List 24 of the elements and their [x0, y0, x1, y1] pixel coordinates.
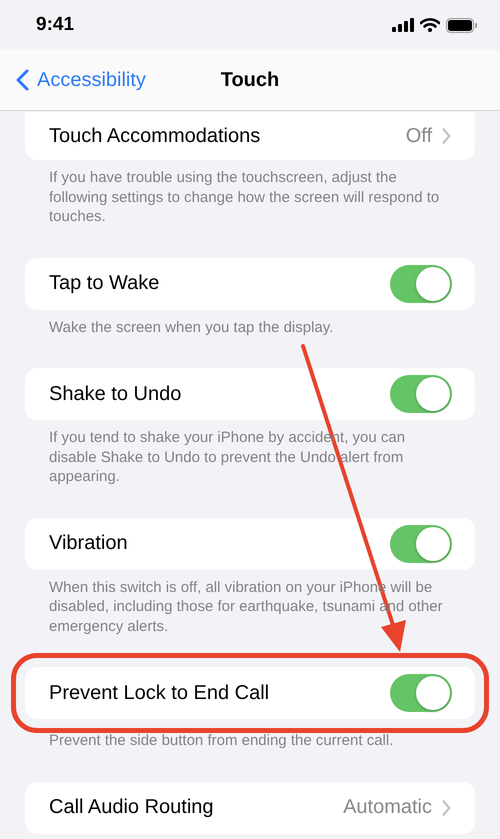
setting-value: Off: [406, 124, 432, 148]
setting-row[interactable]: Call Audio Routing Automatic: [25, 782, 475, 834]
setting-value: Automatic: [343, 796, 432, 819]
setting-description: Prevent the side button from ending the current call.: [48, 731, 394, 750]
chevron-left-icon: [16, 69, 29, 91]
setting-description: If you have trouble using the touchscreen, adjust the following settings to change how the screen will respond to touches.: [48, 168, 440, 226]
toggle-switch[interactable]: [390, 375, 452, 413]
status-time: 9:41: [36, 14, 74, 36]
toggle-switch[interactable]: [390, 264, 452, 302]
signal-icon: [392, 18, 414, 32]
setting-row[interactable]: Prevent Lock to End Call: [25, 667, 475, 719]
chevron-right-icon: [442, 128, 451, 144]
back-button[interactable]: Accessibility: [0, 68, 146, 92]
wifi-icon: [420, 18, 440, 32]
setting-description: Wake the screen when you tap the display.: [48, 318, 334, 337]
setting-row[interactable]: Tap to Wake: [25, 258, 475, 310]
chevron-right-icon: [442, 800, 451, 816]
setting-row[interactable]: Shake to Undo: [25, 368, 475, 420]
battery-icon: [446, 18, 478, 32]
page-title: Touch: [220, 68, 280, 90]
toggle-switch[interactable]: [390, 674, 452, 712]
setting-row[interactable]: Vibration: [25, 518, 475, 570]
toggle-switch[interactable]: [390, 524, 452, 562]
setting-row[interactable]: Touch Accommodations Off: [25, 112, 475, 160]
